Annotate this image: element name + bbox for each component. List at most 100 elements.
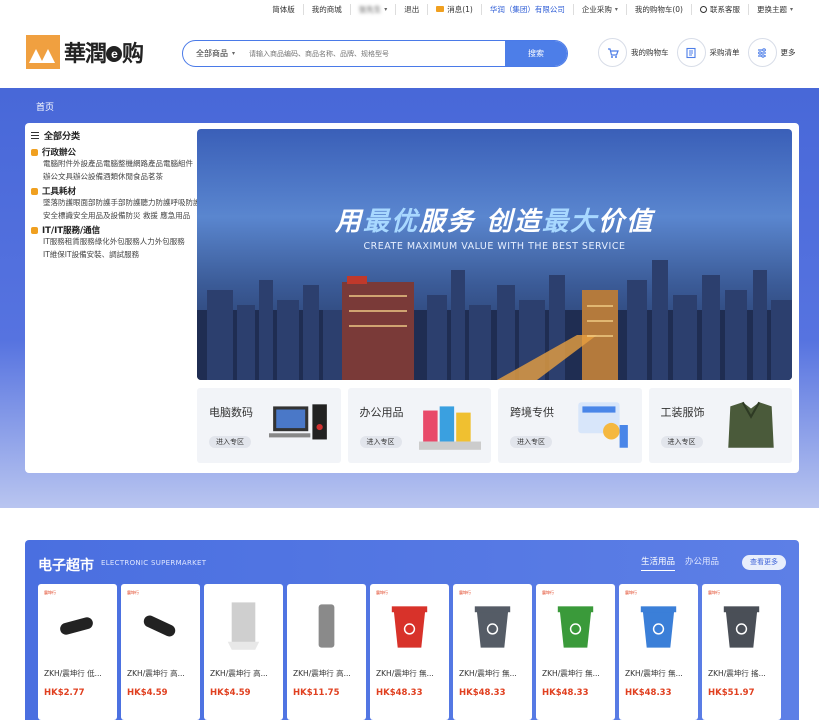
product-card[interactable]: ZKH/震坤行 高... HK$11.75 — [287, 584, 366, 720]
search-button[interactable]: 搜索 — [505, 41, 567, 66]
cart-link[interactable]: 我的购物车(0) — [625, 3, 691, 15]
category-link[interactable]: 辦公文具 — [43, 171, 73, 184]
account-menu[interactable]: 张先生 ▾ — [349, 3, 396, 15]
my-mall-link[interactable]: 我的商城 — [302, 3, 350, 15]
category-link[interactable]: 網路產品 — [133, 158, 163, 171]
more-button[interactable]: 更多 — [747, 38, 796, 67]
messages-link[interactable]: 消息(1) — [427, 3, 481, 15]
category-link[interactable]: 電腦組件 — [163, 158, 193, 171]
view-more-button[interactable]: 查看更多 — [742, 555, 786, 570]
product-price: HK$48.33 — [542, 688, 589, 698]
category-group-label: 工具耗材 — [42, 187, 77, 197]
product-card[interactable]: 震坤行 ZKH/震坤行 無... HK$48.33 — [453, 584, 532, 720]
category-link[interactable]: 辦公設備 — [73, 171, 103, 184]
product-price: HK$48.33 — [625, 688, 672, 698]
category-group-title[interactable]: 行政辦公 — [31, 146, 201, 158]
category-link[interactable]: 眼面部防護 — [73, 197, 111, 210]
search-input[interactable] — [249, 49, 505, 58]
category-menu-label: 全部分类 — [44, 132, 81, 142]
category-link[interactable]: 聽力防護 — [141, 197, 171, 210]
product-price: HK$48.33 — [459, 688, 506, 698]
category-link[interactable]: 酒類 — [103, 171, 118, 184]
product-name: ZKH/震坤行 無... — [542, 669, 600, 678]
tile-product-image — [268, 396, 331, 454]
category-link[interactable]: 綠化外包服務 — [95, 236, 140, 249]
category-link[interactable]: IT服務 — [43, 236, 65, 249]
product-image — [712, 596, 771, 656]
product-name: ZKH/震坤行 高... — [127, 669, 185, 678]
market-subtitle: ELECTRONIC SUPERMARKET — [101, 559, 207, 567]
logo-e-icon: e — [106, 46, 123, 62]
logout-link[interactable]: 退出 — [395, 3, 427, 15]
header-cart-button[interactable]: 我的购物车 — [598, 38, 669, 67]
category-menu-title[interactable]: 全部分类 — [31, 129, 201, 142]
category-group-title[interactable]: 工具耗材 — [31, 185, 201, 197]
category-link[interactable]: IT設備安裝、調試服務 — [65, 249, 139, 262]
purchase-list-button[interactable]: 采购清单 — [676, 38, 740, 67]
product-card[interactable]: 震坤行 ZKH/震坤行 高... HK$4.59 — [121, 584, 200, 720]
category-group-label: 行政辦公 — [42, 148, 77, 158]
product-name: ZKH/震坤行 搖... — [708, 669, 766, 678]
banner-title-highlight: 最优 — [362, 207, 419, 237]
search-category-select[interactable]: 全部商品 ▾ — [183, 41, 249, 66]
header-cart-label: 我的购物车 — [631, 48, 669, 57]
category-link[interactable]: 茗茶 — [148, 171, 163, 184]
tile-product-image — [419, 396, 481, 454]
company-link[interactable]: 华润（集团）有限公司 — [480, 3, 573, 15]
category-link[interactable]: 呼吸防護 — [171, 197, 201, 210]
category-link[interactable]: 人力外包服務 — [140, 236, 185, 249]
purchase-list-label: 采购清单 — [709, 48, 740, 57]
enter-zone-button[interactable]: 进入专区 — [660, 436, 703, 448]
category-tile[interactable]: 办公用品 进入专区 — [347, 388, 491, 463]
product-card[interactable]: ZKH/震坤行 高... HK$4.59 — [204, 584, 283, 720]
product-name: ZKH/震坤行 無... — [625, 669, 683, 678]
category-group-title[interactable]: IT/IT服務/通信 — [31, 224, 201, 236]
product-image — [380, 596, 439, 656]
category-link[interactable]: 電腦整機 — [103, 158, 133, 171]
category-tile[interactable]: 电脑数码 进入专区 — [197, 388, 341, 463]
chevron-down-icon: ▾ — [384, 5, 388, 13]
category-link[interactable]: IT維保 — [43, 249, 65, 262]
category-link[interactable]: 墜落防護 — [43, 197, 73, 210]
tile-name: 工装服饰 — [660, 406, 705, 419]
category-group-icon — [31, 148, 38, 156]
category-link[interactable]: 防災 救援 應急用品 — [126, 210, 191, 223]
tile-product-image — [720, 396, 782, 454]
category-tile[interactable]: 工装服饰 进入专区 — [648, 388, 792, 463]
category-link[interactable]: 外設產品 — [73, 158, 103, 171]
enter-zone-button[interactable]: 进入专区 — [359, 436, 402, 448]
product-card[interactable]: 震坤行 ZKH/震坤行 無... HK$48.33 — [619, 584, 698, 720]
category-link[interactable]: 手部防護 — [111, 197, 141, 210]
hero-panel: 全部分类 行政辦公 電腦附件 外設產品 電腦整機 網路產品 電腦組件辦公文具 辦公設備 酒類休… — [25, 123, 799, 473]
tab-daily-goods[interactable]: 生活用品 — [640, 555, 675, 571]
product-price: HK$2.77 — [44, 688, 85, 698]
product-card[interactable]: 震坤行 ZKH/震坤行 搖... HK$51.97 — [702, 584, 781, 720]
logo-mark-icon — [26, 35, 60, 69]
product-image — [546, 596, 605, 656]
tile-name: 办公用品 — [359, 406, 404, 419]
nav-home-link[interactable]: 首页 — [36, 100, 54, 113]
service-link[interactable]: 联系客服 — [690, 3, 748, 15]
category-group-icon — [31, 187, 38, 195]
theme-menu[interactable]: 更换主题 ▾ — [747, 3, 801, 15]
category-link[interactable]: 安全標識 — [43, 210, 73, 223]
language-link[interactable]: 简体版 — [264, 4, 303, 15]
service-label: 联系客服 — [709, 4, 740, 14]
category-link[interactable]: 安全用品及設備 — [73, 210, 126, 223]
hero-banner[interactable]: 用最优服务 创造最大价值 CREATE MAXIMUM VALUE WITH T… — [197, 129, 792, 380]
tab-office-supplies[interactable]: 办公用品 — [685, 555, 719, 571]
enter-zone-button[interactable]: 进入专区 — [510, 436, 552, 448]
category-link[interactable]: 休閒食品 — [118, 171, 148, 184]
category-link[interactable]: 電腦附件 — [43, 158, 73, 171]
product-card[interactable]: 震坤行 ZKH/震坤行 低... HK$2.77 — [38, 584, 117, 720]
enterprise-menu[interactable]: 企业采购 ▾ — [572, 3, 626, 15]
menu-icon — [31, 132, 39, 139]
product-card[interactable]: 震坤行 ZKH/震坤行 無... HK$48.33 — [536, 584, 615, 720]
category-tile[interactable]: 跨境专供 进入专区 — [498, 388, 642, 463]
product-card[interactable]: 震坤行 ZKH/震坤行 無... HK$48.33 — [370, 584, 449, 720]
hero-section: 首页 全部分类 行政辦公 電腦附件 外設產品 電腦整機 網路產品 電腦組件辦公文具 辦公設備… — [0, 88, 819, 508]
enter-zone-button[interactable]: 进入专区 — [209, 436, 251, 448]
tile-product-image — [570, 396, 632, 454]
category-link[interactable]: 租賃服務 — [65, 236, 95, 249]
logo[interactable]: 華潤 e 购 — [26, 34, 154, 70]
